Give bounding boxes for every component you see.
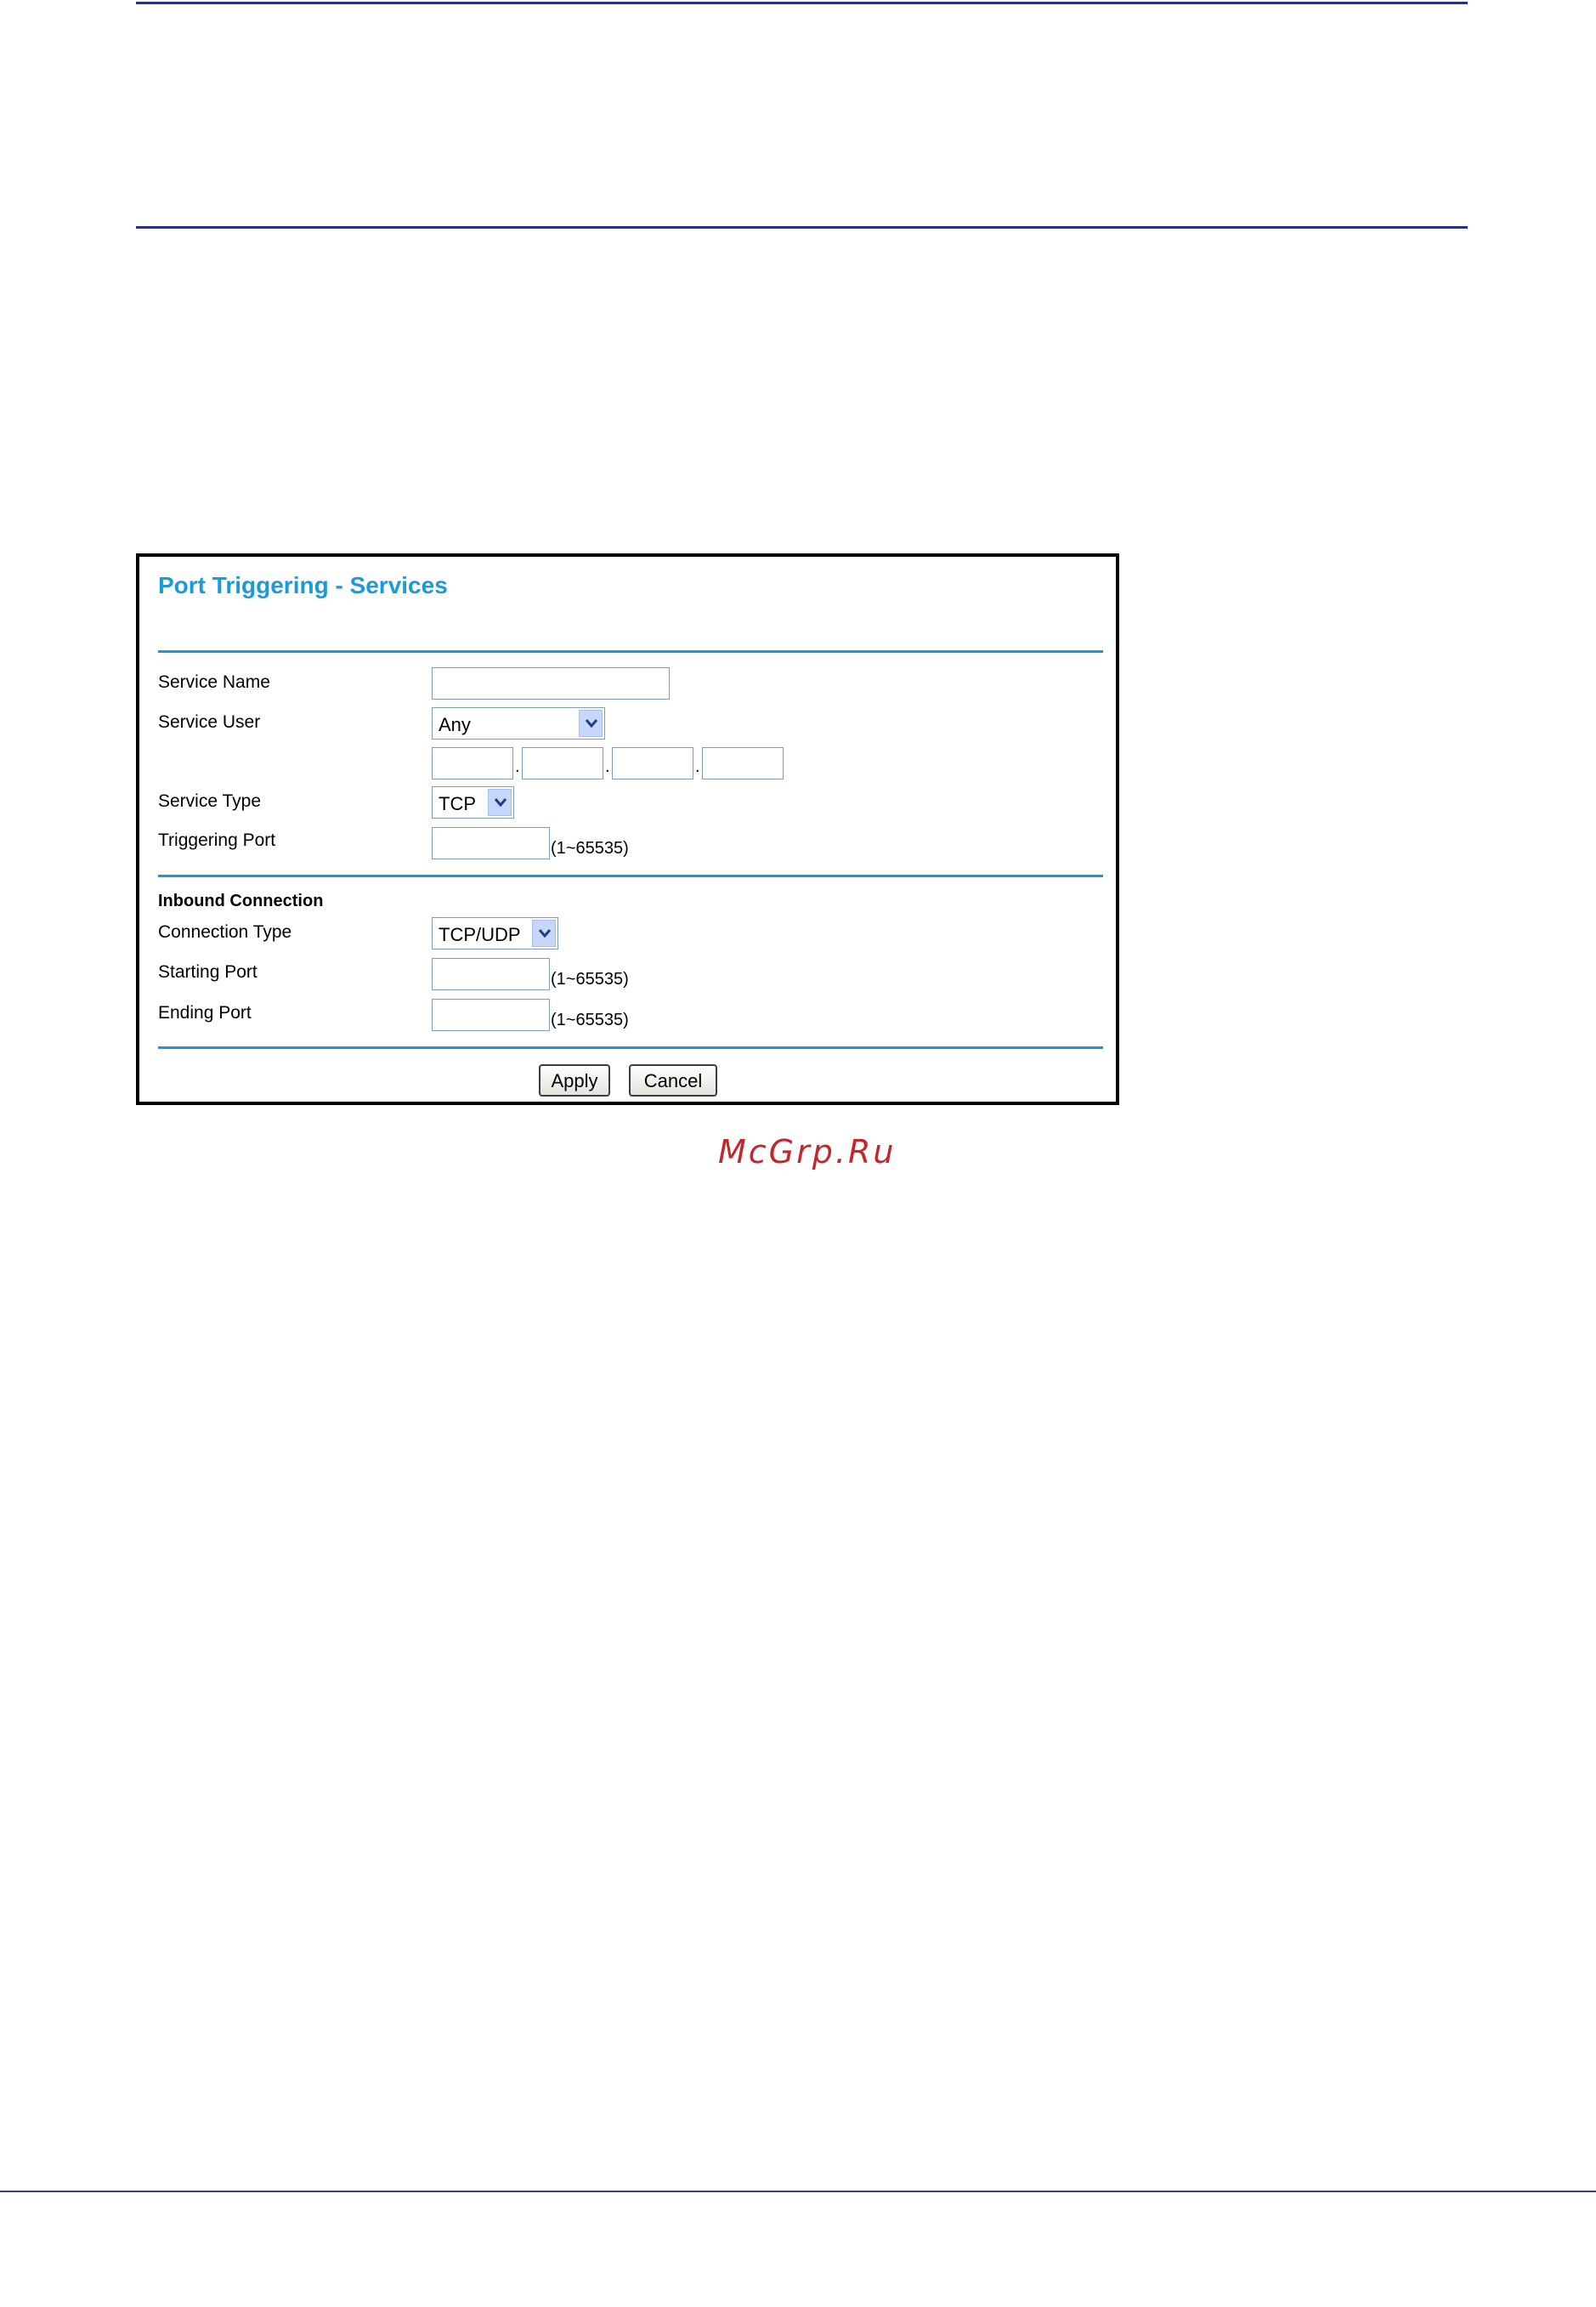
triggering-port-input[interactable] xyxy=(432,827,550,859)
ip-dot: . xyxy=(605,757,610,776)
ip-dot: . xyxy=(695,757,700,776)
watermark: McGrp.Ru xyxy=(718,1133,897,1171)
ip-dot: . xyxy=(515,757,520,776)
page-title: Port Triggering - Services xyxy=(158,572,448,598)
service-type-value: TCP xyxy=(439,793,476,814)
ip-octet-4-input[interactable] xyxy=(702,747,784,779)
chevron-down-icon[interactable] xyxy=(488,789,512,816)
chevron-down-icon[interactable] xyxy=(579,710,603,737)
section-separator xyxy=(158,875,1103,877)
port-range-hint: (1~65535) xyxy=(551,970,629,989)
connection-type-label: Connection Type xyxy=(158,922,292,942)
header-rule-top xyxy=(136,2,1468,4)
footer-rule xyxy=(0,2191,1596,2192)
service-name-label: Service Name xyxy=(158,672,270,692)
service-user-label: Service User xyxy=(158,712,261,732)
triggering-port-label: Triggering Port xyxy=(158,830,276,850)
port-range-hint: (1~65535) xyxy=(551,1011,629,1029)
service-user-select[interactable]: Any xyxy=(432,707,605,740)
buttons-separator xyxy=(158,1046,1103,1049)
cancel-button[interactable]: Cancel xyxy=(629,1064,717,1097)
chevron-down-icon[interactable] xyxy=(532,920,556,947)
ip-octet-3-input[interactable] xyxy=(612,747,693,779)
connection-type-value: TCP/UDP xyxy=(439,924,521,945)
apply-button[interactable]: Apply xyxy=(539,1064,610,1097)
header-rule-bottom xyxy=(136,226,1468,229)
ending-port-input[interactable] xyxy=(432,999,550,1031)
starting-port-input[interactable] xyxy=(432,958,550,990)
port-range-hint: (1~65535) xyxy=(551,839,629,858)
inbound-connection-heading: Inbound Connection xyxy=(158,892,324,910)
port-triggering-panel: Port Triggering - Services Service Name … xyxy=(136,553,1119,1105)
service-type-select[interactable]: TCP xyxy=(432,786,514,819)
starting-port-label: Starting Port xyxy=(158,962,258,982)
connection-type-select[interactable]: TCP/UDP xyxy=(432,917,558,949)
title-separator xyxy=(158,650,1103,653)
service-type-label: Service Type xyxy=(158,791,262,811)
service-name-input[interactable] xyxy=(432,667,670,700)
ip-octet-2-input[interactable] xyxy=(522,747,603,779)
ip-octet-1-input[interactable] xyxy=(432,747,513,779)
ending-port-label: Ending Port xyxy=(158,1003,252,1023)
service-user-value: Any xyxy=(439,714,471,735)
